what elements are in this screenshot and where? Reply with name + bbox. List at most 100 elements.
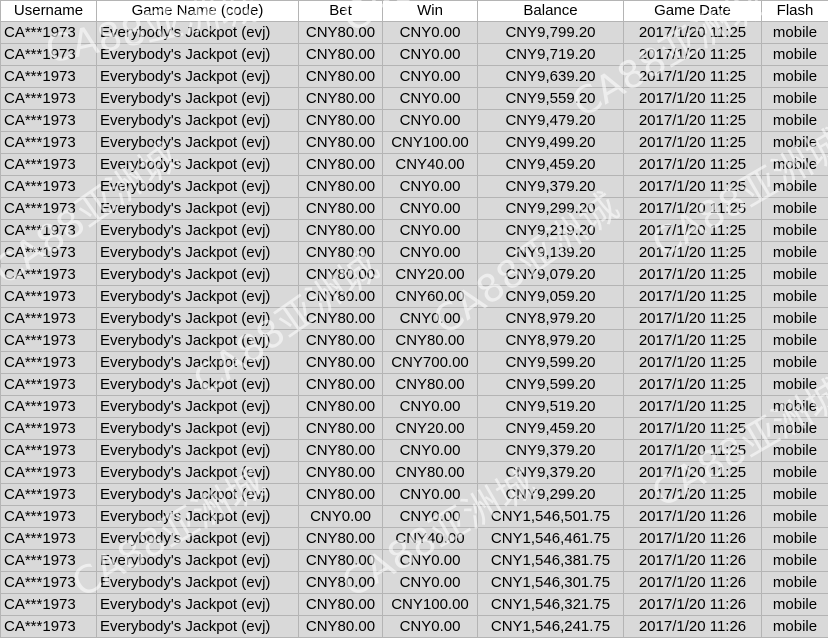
cell-game-date: 2017/1/20 11:25: [623, 417, 762, 440]
cell-balance: CNY9,379.20: [477, 175, 624, 198]
cell-game-name: Everybody's Jackpot (evj): [96, 153, 299, 176]
cell-bet: CNY0.00: [298, 505, 383, 528]
table-row: CA***1973 Everybody's Jackpot (evj) CNY80.…: [0, 549, 828, 572]
table-row: CA***1973 Everybody's Jackpot (evj) CNY0.0…: [0, 505, 828, 528]
cell-username: CA***1973: [0, 351, 97, 374]
cell-game-date: 2017/1/20 11:25: [623, 87, 762, 110]
header-row: Username Game Name (code) Bet Win Balanc…: [0, 0, 828, 22]
cell-balance: CNY9,459.20: [477, 153, 624, 176]
table-row: CA***1973 Everybody's Jackpot (evj) CNY80.…: [0, 21, 828, 44]
cell-bet: CNY80.00: [298, 351, 383, 374]
cell-bet: CNY80.00: [298, 285, 383, 308]
cell-game-date: 2017/1/20 11:25: [623, 373, 762, 396]
cell-game-date: 2017/1/20 11:25: [623, 307, 762, 330]
cell-game-date: 2017/1/20 11:25: [623, 395, 762, 418]
cell-game-date: 2017/1/20 11:25: [623, 461, 762, 484]
cell-game-date: 2017/1/20 11:26: [623, 527, 762, 550]
cell-username: CA***1973: [0, 571, 97, 594]
cell-flash: mobile: [761, 615, 828, 638]
cell-win: CNY0.00: [382, 505, 478, 528]
cell-game-date: 2017/1/20 11:25: [623, 65, 762, 88]
cell-game-name: Everybody's Jackpot (evj): [96, 483, 299, 506]
cell-username: CA***1973: [0, 131, 97, 154]
cell-game-name: Everybody's Jackpot (evj): [96, 219, 299, 242]
cell-flash: mobile: [761, 351, 828, 374]
cell-game-name: Everybody's Jackpot (evj): [96, 285, 299, 308]
cell-bet: CNY80.00: [298, 483, 383, 506]
cell-balance: CNY1,546,461.75: [477, 527, 624, 550]
cell-bet: CNY80.00: [298, 307, 383, 330]
cell-bet: CNY80.00: [298, 21, 383, 44]
cell-game-name: Everybody's Jackpot (evj): [96, 593, 299, 616]
cell-flash: mobile: [761, 505, 828, 528]
cell-username: CA***1973: [0, 593, 97, 616]
cell-bet: CNY80.00: [298, 65, 383, 88]
cell-flash: mobile: [761, 593, 828, 616]
cell-game-name: Everybody's Jackpot (evj): [96, 197, 299, 220]
cell-bet: CNY80.00: [298, 615, 383, 638]
cell-flash: mobile: [761, 571, 828, 594]
cell-username: CA***1973: [0, 329, 97, 352]
cell-game-date: 2017/1/20 11:25: [623, 197, 762, 220]
cell-username: CA***1973: [0, 175, 97, 198]
cell-game-date: 2017/1/20 11:25: [623, 351, 762, 374]
cell-bet: CNY80.00: [298, 549, 383, 572]
column-header-game-date: Game Date: [623, 0, 762, 22]
cell-win: CNY80.00: [382, 329, 478, 352]
cell-bet: CNY80.00: [298, 219, 383, 242]
cell-bet: CNY80.00: [298, 417, 383, 440]
cell-balance: CNY1,546,301.75: [477, 571, 624, 594]
table-row: CA***1973 Everybody's Jackpot (evj) CNY80.…: [0, 131, 828, 154]
cell-balance: CNY9,499.20: [477, 131, 624, 154]
cell-game-name: Everybody's Jackpot (evj): [96, 571, 299, 594]
cell-username: CA***1973: [0, 373, 97, 396]
cell-win: CNY0.00: [382, 65, 478, 88]
cell-flash: mobile: [761, 153, 828, 176]
cell-win: CNY40.00: [382, 527, 478, 550]
cell-flash: mobile: [761, 439, 828, 462]
cell-balance: CNY8,979.20: [477, 329, 624, 352]
cell-balance: CNY1,546,381.75: [477, 549, 624, 572]
cell-game-name: Everybody's Jackpot (evj): [96, 21, 299, 44]
table-row: CA***1973 Everybody's Jackpot (evj) CNY80.…: [0, 527, 828, 550]
cell-balance: CNY9,079.20: [477, 263, 624, 286]
cell-game-date: 2017/1/20 11:25: [623, 241, 762, 264]
cell-balance: CNY9,599.20: [477, 351, 624, 374]
cell-username: CA***1973: [0, 439, 97, 462]
column-header-balance: Balance: [477, 0, 624, 22]
table-row: CA***1973 Everybody's Jackpot (evj) CNY80.…: [0, 483, 828, 506]
cell-balance: CNY9,519.20: [477, 395, 624, 418]
cell-flash: mobile: [761, 417, 828, 440]
cell-username: CA***1973: [0, 505, 97, 528]
cell-game-date: 2017/1/20 11:26: [623, 571, 762, 594]
table-row: CA***1973 Everybody's Jackpot (evj) CNY80.…: [0, 197, 828, 220]
cell-game-date: 2017/1/20 11:25: [623, 439, 762, 462]
cell-game-date: 2017/1/20 11:25: [623, 483, 762, 506]
cell-win: CNY700.00: [382, 351, 478, 374]
cell-bet: CNY80.00: [298, 395, 383, 418]
cell-win: CNY0.00: [382, 109, 478, 132]
table-row: CA***1973 Everybody's Jackpot (evj) CNY80.…: [0, 571, 828, 594]
cell-username: CA***1973: [0, 549, 97, 572]
cell-game-name: Everybody's Jackpot (evj): [96, 527, 299, 550]
cell-bet: CNY80.00: [298, 153, 383, 176]
cell-flash: mobile: [761, 43, 828, 66]
cell-game-name: Everybody's Jackpot (evj): [96, 87, 299, 110]
cell-balance: CNY9,719.20: [477, 43, 624, 66]
cell-balance: CNY9,459.20: [477, 417, 624, 440]
cell-game-date: 2017/1/20 11:25: [623, 263, 762, 286]
cell-bet: CNY80.00: [298, 263, 383, 286]
cell-flash: mobile: [761, 329, 828, 352]
cell-balance: CNY9,639.20: [477, 65, 624, 88]
cell-balance: CNY9,559.20: [477, 87, 624, 110]
cell-game-date: 2017/1/20 11:25: [623, 175, 762, 198]
cell-win: CNY0.00: [382, 87, 478, 110]
table-row: CA***1973 Everybody's Jackpot (evj) CNY80.…: [0, 65, 828, 88]
cell-game-date: 2017/1/20 11:25: [623, 109, 762, 132]
cell-bet: CNY80.00: [298, 87, 383, 110]
cell-username: CA***1973: [0, 43, 97, 66]
cell-bet: CNY80.00: [298, 329, 383, 352]
cell-username: CA***1973: [0, 109, 97, 132]
cell-balance: CNY9,299.20: [477, 197, 624, 220]
cell-bet: CNY80.00: [298, 373, 383, 396]
